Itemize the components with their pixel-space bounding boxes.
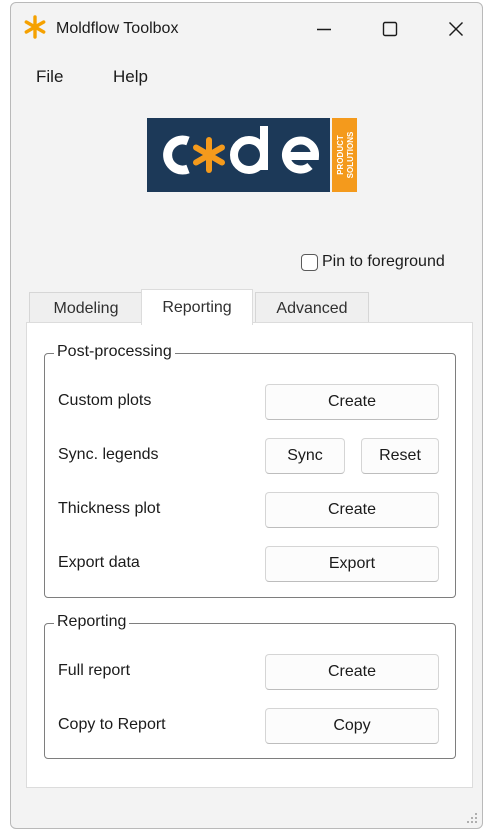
full-report-label: Full report — [58, 662, 131, 679]
sync-legends-button[interactable]: Sync — [265, 438, 345, 474]
tab-reporting-label: Reporting — [162, 298, 232, 316]
tab-advanced-label: Advanced — [276, 300, 348, 317]
custom-plots-create-button[interactable]: Create — [265, 384, 439, 420]
export-data-button[interactable]: Export — [265, 546, 439, 582]
post-processing-group: Post-processing Custom plots Create Sync… — [44, 343, 456, 598]
tab-advanced[interactable]: Advanced — [255, 292, 369, 325]
menu-file[interactable]: File — [36, 67, 63, 87]
minimize-icon — [317, 28, 331, 31]
full-report-create-button[interactable]: Create — [265, 654, 439, 690]
menu-help[interactable]: Help — [113, 67, 148, 87]
sync-legends-label: Sync. legends — [58, 446, 159, 463]
maximize-icon — [382, 21, 398, 37]
thickness-plot-label: Thickness plot — [58, 500, 161, 517]
resize-grip-icon[interactable] — [466, 812, 478, 824]
minimize-button[interactable] — [301, 11, 347, 47]
code-logo: PRODUCT SOLUTIONS — [147, 118, 357, 192]
tab-modeling-label: Modeling — [53, 300, 119, 317]
export-data-label: Export data — [58, 554, 140, 571]
post-processing-title: Post-processing — [54, 343, 175, 361]
tab-reporting[interactable]: Reporting — [141, 289, 253, 325]
tab-panel-reporting: Post-processing Custom plots Create Sync… — [26, 322, 473, 788]
window-title: Moldflow Toolbox — [56, 20, 179, 37]
maximize-button[interactable] — [367, 11, 413, 47]
reporting-title: Reporting — [54, 613, 130, 631]
pin-to-foreground[interactable]: Pin to foreground — [301, 253, 445, 271]
logo-side-text-1: PRODUCT — [336, 135, 345, 175]
close-icon — [449, 22, 463, 36]
star-icon — [24, 15, 46, 39]
copy-to-report-button[interactable]: Copy — [265, 708, 439, 744]
thickness-plot-create-button[interactable]: Create — [265, 492, 439, 528]
reporting-group: Reporting Full report Create Copy to Rep… — [44, 613, 456, 759]
pin-checkbox[interactable] — [301, 253, 318, 271]
menu-bar: File Help — [11, 61, 482, 91]
custom-plots-label: Custom plots — [58, 392, 152, 409]
tab-modeling[interactable]: Modeling — [29, 292, 143, 325]
logo-side-text-2: SOLUTIONS — [346, 131, 355, 178]
pin-label: Pin to foreground — [322, 253, 445, 270]
title-bar[interactable]: Moldflow Toolbox — [11, 3, 482, 53]
copy-to-report-label: Copy to Report — [58, 716, 166, 733]
app-window: Moldflow Toolbox File Help PRODUCT SOLUT… — [10, 2, 483, 829]
close-button[interactable] — [433, 11, 479, 47]
reset-legends-button[interactable]: Reset — [361, 438, 439, 474]
